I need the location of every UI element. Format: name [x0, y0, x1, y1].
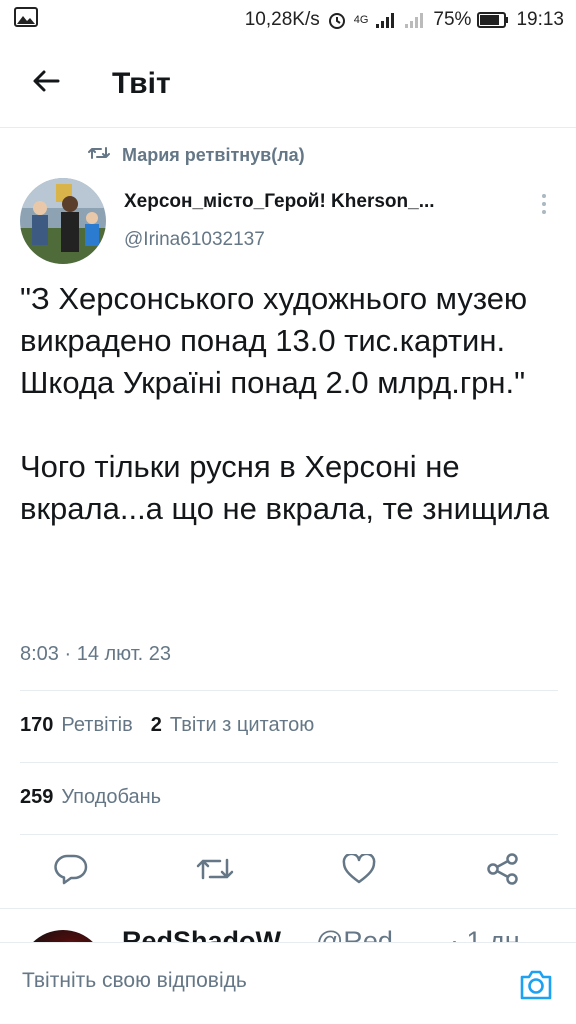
network-speed: 10,28K/s — [244, 9, 320, 30]
stats-row-shares: 170 Ретвітів 2 Твіти з цитатою — [20, 714, 314, 737]
reply-author-name: RedShadoW — [122, 926, 281, 942]
signal-secondary-icon — [404, 11, 426, 29]
author-name[interactable]: Херсон_місто_Герой! Kherson_... — [124, 191, 435, 213]
battery-icon — [477, 12, 509, 28]
quotes-stat[interactable]: 2 Твіти з цитатою — [151, 714, 314, 737]
retweets-label: Ретвітів — [61, 714, 133, 736]
avatar[interactable] — [20, 178, 106, 264]
battery-percent: 75% — [433, 9, 472, 30]
reply-button[interactable] — [42, 842, 100, 900]
divider — [20, 834, 558, 835]
share-button[interactable] — [474, 842, 532, 900]
page-title: Твіт — [112, 66, 171, 100]
dot — [542, 210, 546, 214]
divider — [20, 690, 558, 691]
quotes-count: 2 — [150, 714, 162, 736]
share-icon — [486, 852, 520, 891]
heart-icon — [342, 852, 376, 889]
tweet-actions — [0, 842, 576, 900]
retweeted-by[interactable]: Мария ретвітнув(ла) — [88, 145, 305, 166]
reply-author-handle: @Red... — [316, 926, 416, 942]
camera-button[interactable] — [518, 967, 554, 1003]
retweet-icon — [196, 854, 234, 889]
dot — [542, 202, 546, 206]
author-handle[interactable]: @Irina61032137 — [124, 229, 265, 251]
divider — [0, 908, 576, 909]
status-bar: 10,28K/s 4G 75% 19:13 — [0, 0, 576, 40]
dot — [542, 194, 546, 198]
image-notification-icon — [14, 7, 38, 33]
signal-icon — [375, 11, 397, 29]
retweeted-by-label: Мария ретвітнув(ла) — [122, 145, 305, 165]
alarm-icon — [327, 10, 347, 30]
reply-time: · 1 дн — [450, 926, 520, 942]
reply-composer: Твітніть свою відповідь — [0, 942, 576, 1024]
retweet-button[interactable] — [186, 842, 244, 900]
tweet-timestamp: 8:03 · 14 лют. 23 — [20, 643, 172, 665]
camera-icon — [518, 970, 554, 1007]
more-options-button[interactable] — [530, 190, 558, 218]
arrow-left-icon — [32, 69, 60, 98]
tweet-text: "З Херсонського художнього музею викраде… — [20, 281, 550, 526]
back-button[interactable] — [16, 54, 76, 114]
retweet-icon — [88, 145, 110, 166]
clock: 19:13 — [516, 9, 564, 30]
divider — [20, 762, 558, 763]
network-type: 4G — [353, 14, 369, 26]
likes-stat[interactable]: 259 Уподобань — [20, 786, 161, 809]
retweets-count: 170 — [20, 714, 54, 736]
app-header: Твіт — [0, 40, 576, 128]
reply-avatar[interactable] — [20, 930, 106, 942]
likes-label: Уподобань — [61, 786, 162, 808]
reply-preview[interactable]: RedShadoW @Red... · 1 дн — [0, 912, 576, 942]
reply-icon — [54, 853, 88, 890]
retweets-stat[interactable]: 170 Ретвітів — [20, 714, 133, 737]
quotes-label: Твіти з цитатою — [169, 714, 315, 736]
reply-input[interactable]: Твітніть свою відповідь — [22, 969, 482, 993]
stats-row-likes: 259 Уподобань — [20, 786, 161, 809]
like-button[interactable] — [330, 842, 388, 900]
likes-count: 259 — [20, 786, 54, 808]
